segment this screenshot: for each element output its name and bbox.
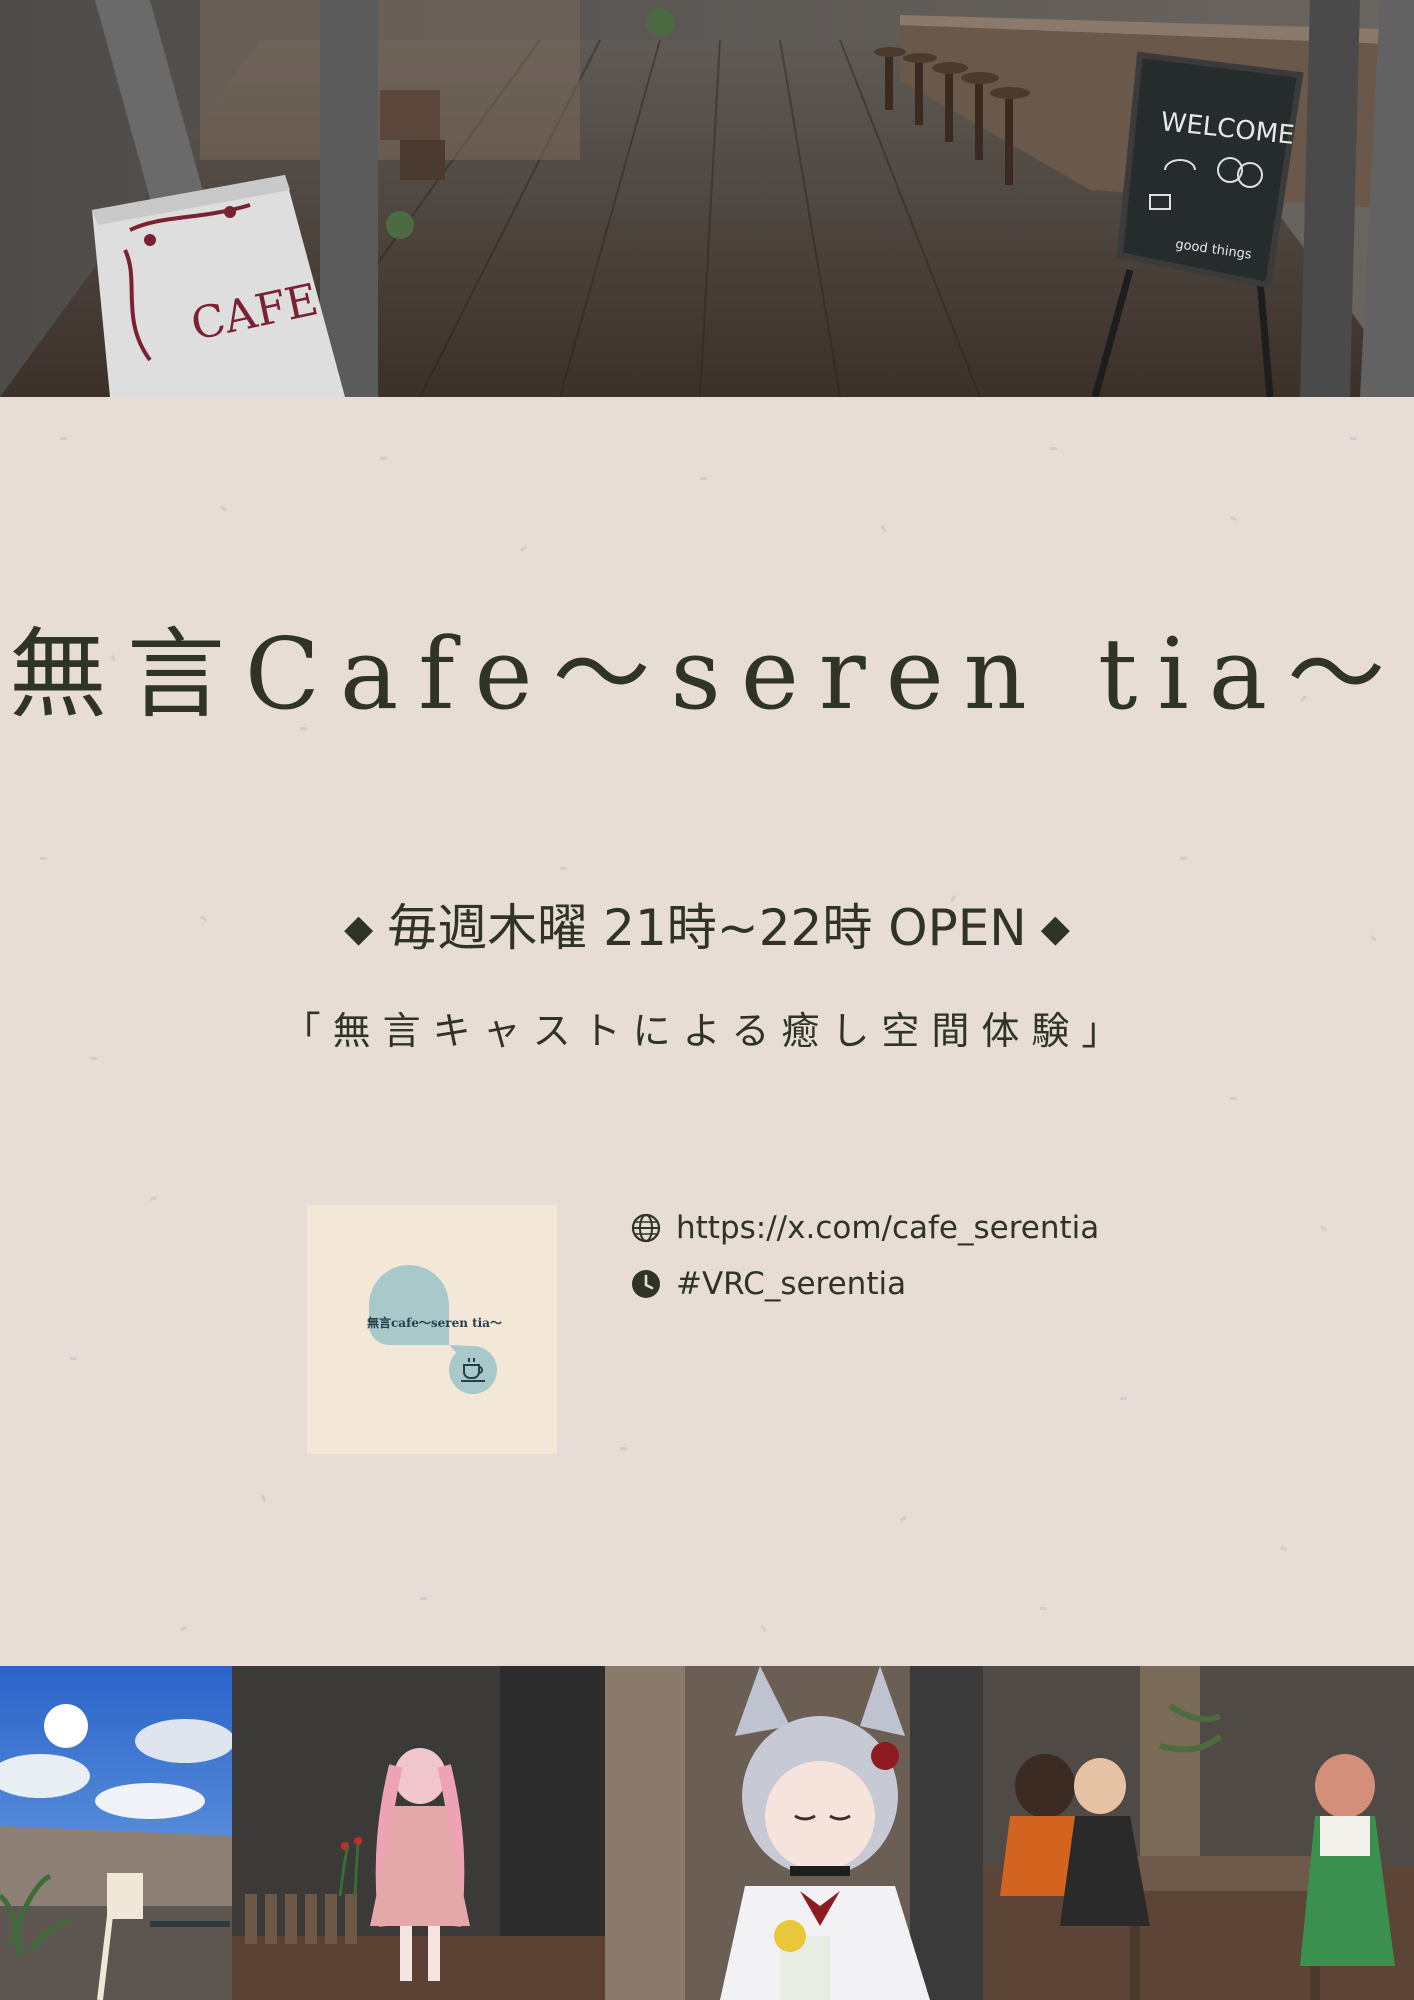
contact-links: https://x.com/cafe_serentia #VRC_serenti… [630,1200,1099,1312]
photo-gallery [0,1666,1414,2000]
cafe-interior-image: CAFE WELCOME good things [0,0,1414,397]
logo-text: 無言cafe～seren tia～ [367,1315,502,1330]
tagline: 「無言キャストによる癒し空間体験」 [282,1009,1132,1053]
clock-icon [632,1270,660,1298]
hero-photo: CAFE WELCOME good things [0,0,1414,397]
gallery-photo-cafe-guests [983,1666,1414,2000]
gallery-photo-wolf-avatar [605,1666,983,2000]
x-profile-url: https://x.com/cafe_serentia [676,1210,1100,1246]
schedule-text: 毎週木曜 21時~22時 OPEN [387,899,1027,957]
gallery-photo-terrace [0,1666,235,2000]
cafe-logo: 無言cafe～seren tia～ [307,1205,557,1454]
diamond-icon: ◆ [1040,906,1070,950]
hashtag-text: #VRC_serentia [676,1266,907,1302]
page-title: 無言Cafe～seren tia～ [8,618,1406,732]
opening-schedule: ◆ 毎週木曜 21時~22時 OPEN ◆ [0,888,1414,960]
hashtag-link[interactable]: #VRC_serentia [630,1256,1099,1312]
globe-icon [631,1213,661,1243]
x-profile-link[interactable]: https://x.com/cafe_serentia [630,1200,1099,1256]
gallery-photo-pink-avatar [232,1666,605,2000]
diamond-icon: ◆ [344,906,374,950]
